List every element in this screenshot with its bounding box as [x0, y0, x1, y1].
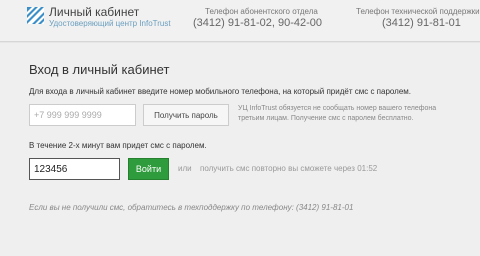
login-instruction: Для входа в личный кабинет введите номер… — [29, 87, 412, 96]
get-password-button[interactable]: Получить пароль — [143, 104, 229, 126]
privacy-note: УЦ InfoTrust обязуется не сообщать номер… — [238, 105, 437, 122]
subscriber-phone-label: Телефон абонентского отдела — [205, 7, 318, 16]
subscriber-phone: (3412) 91-81-02, 90-42-00 — [193, 17, 323, 29]
or-separator: или — [178, 164, 192, 173]
phone-input[interactable] — [29, 104, 136, 126]
app-title[interactable]: Личный кабинет — [49, 5, 139, 19]
sms-code-input[interactable] — [29, 158, 120, 180]
sms-info-text: В течение 2-х минут вам придет смс с пар… — [29, 141, 207, 150]
login-button[interactable]: Войти — [128, 158, 169, 180]
app-subtitle: Удостоверяющий центр InfoTrust — [49, 19, 171, 28]
support-phone: (3412) 91-81-01 — [382, 17, 461, 29]
support-phone-label: Телефон технической поддержки — [356, 7, 480, 16]
resend-countdown-text: получить смс повторно вы сможете через 0… — [200, 164, 378, 173]
header: Личный кабинет Удостоверяющий центр Info… — [0, 0, 480, 42]
infotrust-logo-icon[interactable] — [27, 7, 44, 24]
page-title: Вход в личный кабинет — [29, 62, 170, 77]
support-note: Если вы не получили смс, обратитесь в те… — [29, 203, 354, 212]
